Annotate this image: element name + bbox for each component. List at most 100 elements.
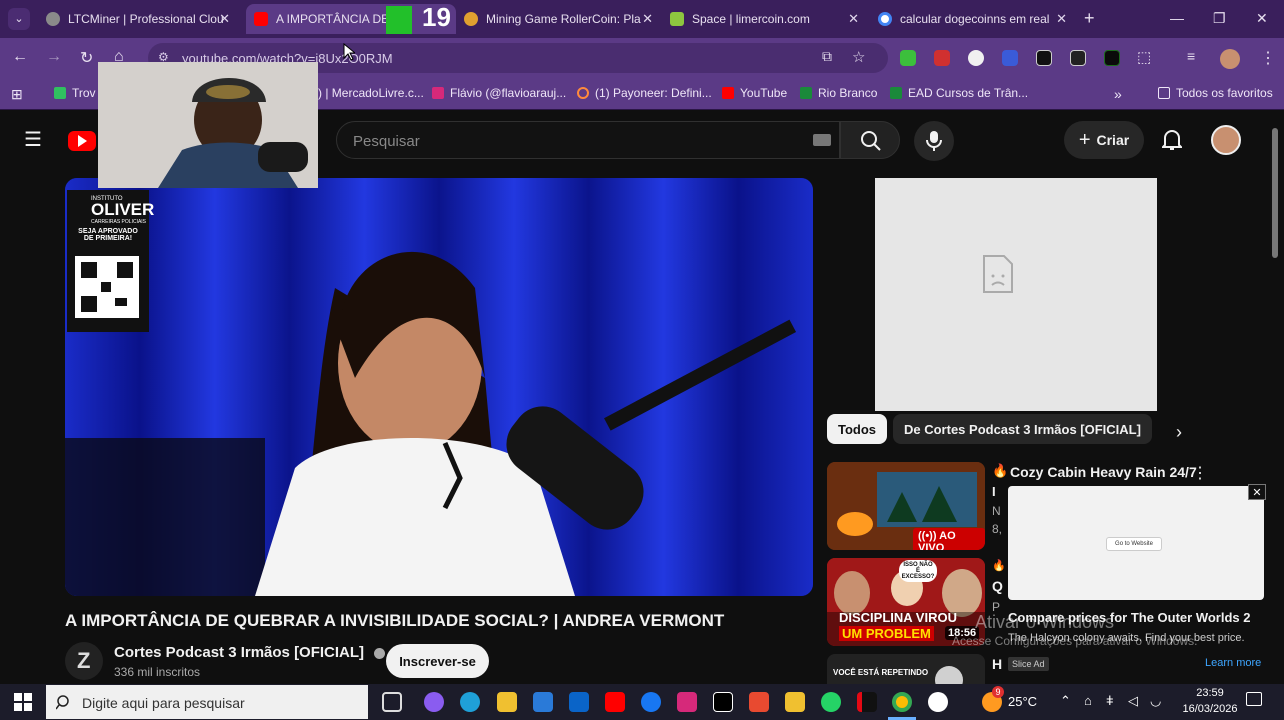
thumbnail-text: UM PROBLEM	[839, 626, 934, 641]
recommendation-thumbnail[interactable]: ISSO NÃO É EXCESSO? DISCIPLINA VIROU UM …	[827, 558, 985, 646]
restore-icon[interactable]: ❐	[1213, 10, 1226, 27]
live-icon: ((•))	[918, 530, 940, 542]
extensions-puzzle-icon[interactable]: ⬚	[1137, 48, 1151, 66]
bookmark-label: Flávio (@flavioarauj...	[450, 86, 567, 100]
extension-icon[interactable]	[1002, 50, 1018, 66]
volume-icon[interactable]: ◁	[1128, 693, 1138, 709]
youtube-logo[interactable]	[68, 131, 96, 151]
mouse-cursor-icon	[343, 43, 355, 61]
shopping-icon[interactable]	[749, 692, 769, 712]
reload-icon[interactable]: ↻	[80, 48, 93, 68]
ad-learn-more[interactable]: Learn more	[1205, 657, 1261, 669]
bookmark-item[interactable]: Flávio (@flavioarauj...	[432, 86, 566, 100]
channel-name[interactable]: Cortes Podcast 3 Irmãos [OFICIAL]	[114, 644, 386, 661]
copilot-icon[interactable]	[424, 692, 444, 712]
chevron-up-icon[interactable]: ⌃	[1060, 693, 1071, 709]
bookmark-item[interactable]: EAD Cursos de Trân...	[890, 86, 1028, 100]
extension-icon[interactable]	[1036, 50, 1052, 66]
close-icon[interactable]: ✕	[642, 11, 653, 27]
close-icon[interactable]: ✕	[848, 11, 859, 27]
facebook-icon[interactable]	[641, 692, 661, 712]
store-icon[interactable]	[533, 692, 553, 712]
create-button[interactable]: + Criar	[1064, 121, 1144, 159]
wifi-icon[interactable]: ◡	[1150, 693, 1161, 709]
extension-icon[interactable]	[934, 50, 950, 66]
notes-icon[interactable]	[785, 692, 805, 712]
back-icon[interactable]: ←	[12, 48, 28, 66]
extension-icon[interactable]	[1070, 50, 1086, 66]
whatsapp-icon[interactable]	[821, 692, 841, 712]
extension-icon[interactable]	[968, 50, 984, 66]
all-bookmarks[interactable]: Todos os favoritos	[1158, 86, 1273, 100]
outlook-icon[interactable]	[569, 692, 589, 712]
bookmark-item[interactable]: (1) Payoneer: Defini...	[577, 86, 712, 100]
bookmark-item[interactable]: YouTube	[722, 86, 787, 100]
close-icon[interactable]: ✕	[219, 11, 230, 27]
notifications-bell-icon[interactable]	[1162, 129, 1182, 151]
bookmark-item[interactable]: Rio Branco	[800, 86, 877, 100]
install-app-icon[interactable]: ⧉	[822, 48, 832, 65]
file-explorer-icon[interactable]	[497, 692, 517, 712]
channel-avatar[interactable]: Z	[65, 642, 103, 680]
account-avatar[interactable]	[1211, 125, 1241, 155]
x-icon[interactable]	[713, 692, 733, 712]
extension-icon[interactable]	[1104, 50, 1120, 66]
weather-temperature[interactable]: 25°C	[1008, 694, 1037, 709]
tab-ltcminer[interactable]: LTCMiner | Professional Clou ✕	[38, 4, 238, 34]
windows-start-icon[interactable]	[14, 693, 32, 711]
overlay-logo-icon	[386, 6, 412, 34]
notification-center-icon[interactable]	[1246, 692, 1262, 706]
tab-rollercoin[interactable]: Mining Game RollerCoin: Pla ✕	[456, 4, 661, 34]
bookmark-item[interactable]: Trov	[54, 86, 96, 100]
media-control-icon[interactable]: ≡	[1187, 48, 1195, 64]
menu-kebab-icon[interactable]: ⋮	[1260, 48, 1276, 68]
more-options-icon[interactable]: ⋮	[1192, 463, 1208, 483]
app-icon[interactable]	[928, 692, 948, 712]
recommendation-thumbnail[interactable]: VOCÊ ESTÁ REPETINDO	[827, 654, 985, 684]
hamburger-menu-icon[interactable]: ☰	[24, 127, 42, 152]
network-icon[interactable]: ⌂	[1084, 693, 1092, 708]
ad-placeholder[interactable]	[875, 178, 1157, 411]
keyboard-icon[interactable]	[813, 134, 831, 146]
close-icon[interactable]: ✕	[1056, 11, 1067, 27]
chip-all[interactable]: Todos	[827, 414, 888, 444]
youtube-icon[interactable]	[605, 692, 625, 712]
recommendation-title[interactable]: Cozy Cabin Heavy Rain 24/7	[1010, 464, 1197, 480]
ad-popup[interactable]: Go to Website	[1008, 486, 1264, 600]
video-player[interactable]: INSTITUTO OLIVER CARREIRAS POLICIAIS SEJ…	[65, 178, 813, 596]
minimize-icon[interactable]: —	[1170, 10, 1184, 26]
ad-close-button[interactable]: ✕	[1248, 484, 1266, 500]
apps-grid-icon[interactable]: ⊞	[11, 86, 23, 103]
chevron-right-icon[interactable]: ›	[1176, 422, 1182, 443]
task-view-icon[interactable]	[382, 692, 402, 712]
search-button[interactable]	[840, 121, 900, 159]
profile-avatar[interactable]	[1220, 49, 1240, 69]
recommendation-title[interactable]: H	[992, 656, 1002, 672]
tab-search-button[interactable]: ⌄	[8, 8, 30, 30]
chrome-icon[interactable]	[892, 692, 912, 712]
netflix-icon[interactable]	[857, 692, 877, 712]
extension-icon[interactable]	[900, 50, 916, 66]
close-window-icon[interactable]: ✕	[1256, 10, 1268, 27]
page-scrollbar[interactable]	[1272, 128, 1278, 258]
tab-google-search[interactable]: calcular dogecoinns em real ✕	[870, 4, 1075, 34]
taskbar-time[interactable]: 23:59	[1180, 687, 1240, 699]
recommendation-thumbnail[interactable]: ((•)) AO VIVO	[827, 462, 985, 550]
subscribe-button[interactable]: Inscrever-se	[386, 644, 489, 678]
forward-icon[interactable]: →	[46, 48, 62, 66]
tab-limercoin[interactable]: Space | limercoin.com ✕	[662, 4, 867, 34]
bookmark-star-icon[interactable]: ☆	[852, 48, 865, 66]
microphone-icon[interactable]: ǂ	[1106, 693, 1114, 708]
search-input[interactable]: Pesquisar	[336, 121, 840, 159]
recommendation-title[interactable]: Q	[992, 578, 1003, 594]
edge-icon[interactable]	[460, 692, 480, 712]
chip-channel[interactable]: De Cortes Podcast 3 Irmãos [OFICIAL]	[893, 414, 1152, 444]
ad-website-button[interactable]: Go to Website	[1106, 537, 1162, 551]
new-tab-button[interactable]: +	[1084, 8, 1095, 29]
bookmark-item[interactable]: ) | MercadoLivre.c...	[318, 86, 424, 100]
taskbar-date[interactable]: 16/03/2026	[1180, 703, 1240, 715]
instagram-icon[interactable]	[677, 692, 697, 712]
more-bookmarks-icon[interactable]: »	[1114, 86, 1122, 102]
voice-search-button[interactable]	[914, 121, 954, 161]
taskbar-search-input[interactable]: Digite aqui para pesquisar	[46, 685, 368, 719]
